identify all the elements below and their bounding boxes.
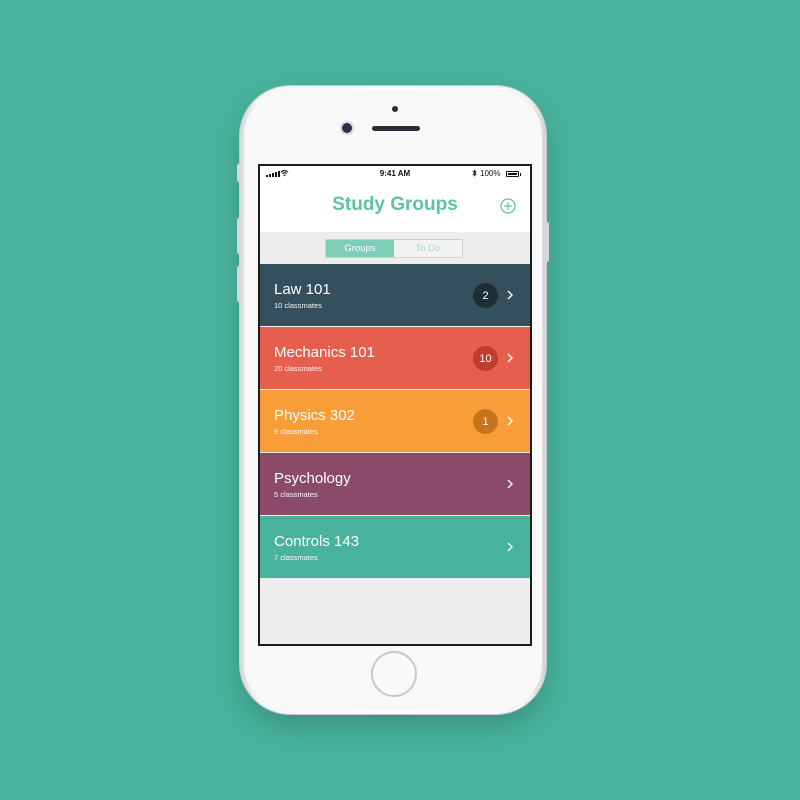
segmented-control-bar: Groups To Do	[260, 232, 530, 264]
page-title: Study Groups	[332, 194, 458, 215]
power-button	[545, 222, 549, 262]
mute-switch	[237, 164, 241, 182]
group-member-count: 10 classmates	[274, 301, 322, 310]
group-row-law-101[interactable]: Law 101 10 classmates 2	[260, 264, 530, 326]
group-name: Controls 143	[274, 533, 360, 550]
volume-down-button	[237, 266, 241, 302]
add-group-button[interactable]	[500, 198, 516, 214]
group-list: Law 101 10 classmates 2 Mechanics 101 20…	[260, 264, 530, 579]
group-row-physics-302[interactable]: Physics 302 9 classmates 1	[260, 390, 530, 452]
notification-badge: 10	[473, 346, 498, 371]
tab-todo[interactable]: To Do	[394, 240, 462, 257]
app-screen: 9:41 AM 100% Study Groups Groups To Do L…	[258, 164, 532, 646]
group-member-count: 20 classmates	[274, 364, 322, 373]
group-name: Mechanics 101	[274, 344, 375, 361]
group-name: Psychology	[274, 470, 351, 487]
group-row-psychology[interactable]: Psychology 5 classmates	[260, 453, 530, 515]
phone-face: 9:41 AM 100% Study Groups Groups To Do L…	[244, 90, 542, 710]
group-member-count: 9 classmates	[274, 427, 318, 436]
group-name: Physics 302	[274, 407, 355, 424]
chevron-right-icon	[507, 542, 513, 552]
volume-up-button	[237, 218, 241, 254]
proximity-sensor	[392, 106, 398, 112]
tab-groups[interactable]: Groups	[326, 240, 394, 257]
front-camera	[342, 123, 352, 133]
earpiece-speaker	[372, 126, 420, 131]
battery-icon	[506, 171, 519, 177]
phone-device: 9:41 AM 100% Study Groups Groups To Do L…	[237, 86, 549, 714]
group-row-controls-143[interactable]: Controls 143 7 classmates	[260, 516, 530, 578]
home-button[interactable]	[371, 651, 417, 697]
chevron-right-icon	[507, 353, 513, 363]
notification-badge: 1	[473, 409, 498, 434]
stage-background: 9:41 AM 100% Study Groups Groups To Do L…	[0, 0, 800, 800]
notification-badge: 2	[473, 283, 498, 308]
chevron-right-icon	[507, 416, 513, 426]
group-name: Law 101	[274, 281, 331, 298]
group-row-mechanics-101[interactable]: Mechanics 101 20 classmates 10	[260, 327, 530, 389]
status-bar: 9:41 AM 100%	[260, 166, 530, 182]
group-member-count: 5 classmates	[274, 490, 318, 499]
battery-tip	[520, 173, 521, 176]
battery-percent: 100%	[480, 169, 501, 178]
bluetooth-icon	[472, 169, 477, 179]
chevron-right-icon	[507, 479, 513, 489]
chevron-right-icon	[507, 290, 513, 300]
group-member-count: 7 classmates	[274, 553, 318, 562]
navigation-bar: Study Groups	[260, 182, 530, 232]
segmented-control: Groups To Do	[325, 239, 463, 258]
